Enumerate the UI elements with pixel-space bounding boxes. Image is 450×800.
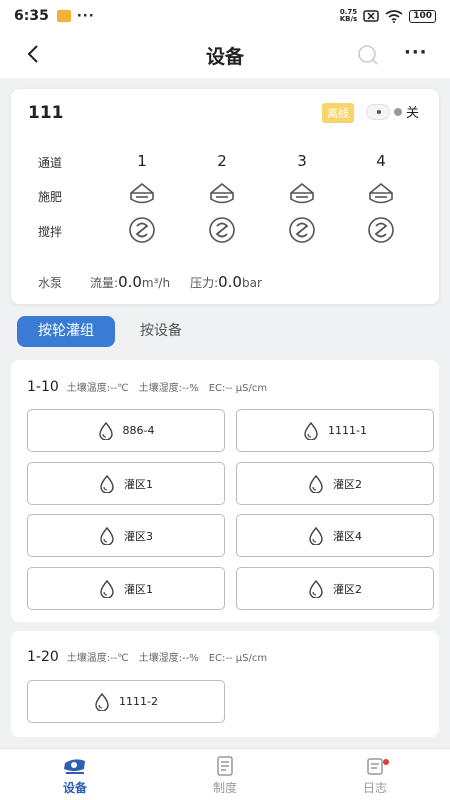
soil-temperature: 土壤温度:--℃ xyxy=(66,653,129,664)
notification-app-icon xyxy=(56,10,71,22)
channel-row-label: 通道 xyxy=(38,156,63,170)
tab-by-device[interactable]: 按设备 xyxy=(140,316,182,347)
zone-group-card: 1-20 土壤温度:--℃ 土壤湿度:--% EC:-- μS/cm 1111-… xyxy=(11,631,439,737)
flow-unit: m³/h xyxy=(141,276,171,290)
zone-group-name: 1-20 xyxy=(27,649,59,665)
flow-label: 流量: xyxy=(90,276,119,290)
sim-off-icon xyxy=(363,10,379,22)
water-drop-icon xyxy=(100,526,114,545)
fertilizer-icon[interactable] xyxy=(367,181,395,209)
flow-value: 0.0 xyxy=(118,273,142,291)
zone-button[interactable]: 灌区1 xyxy=(27,567,225,610)
tab-by-group[interactable]: 按轮灌组 xyxy=(17,316,115,347)
switch-status-dot xyxy=(394,108,402,116)
zone-button-label: 灌区1 xyxy=(124,477,153,491)
zone-button[interactable]: 灌区1 xyxy=(27,462,225,505)
fertilize-row-label: 施肥 xyxy=(38,190,63,204)
channel-number: 1 xyxy=(137,152,147,170)
status-badge: 离线 xyxy=(322,103,354,123)
device-name: 111 xyxy=(28,103,64,123)
water-drop-icon xyxy=(100,579,114,598)
stir-icon[interactable] xyxy=(128,216,156,244)
page-title: 设备 xyxy=(205,45,244,68)
battery-indicator: 100 xyxy=(409,9,436,23)
water-drop-icon xyxy=(100,474,114,493)
zone-group-header: 1-10 土壤温度:--℃ 土壤湿度:--% EC:-- μS/cm xyxy=(27,379,267,395)
water-drop-icon xyxy=(98,421,113,440)
pressure-value: 0.0 xyxy=(218,273,242,291)
stir-row-label: 搅拌 xyxy=(38,225,63,239)
channel-number: 4 xyxy=(376,152,386,170)
wifi-icon xyxy=(385,9,403,23)
net-speed-unit: KB/s xyxy=(339,15,358,23)
notification-dot xyxy=(383,759,389,765)
soil-temperature: 土壤温度:--℃ xyxy=(66,383,129,394)
nav-label: 日志 xyxy=(362,781,387,795)
top-navbar: 设备 ··· xyxy=(0,32,450,78)
more-dots-icon[interactable]: ··· xyxy=(404,42,428,63)
zone-button-label: 灌区4 xyxy=(333,529,362,543)
water-drop-icon xyxy=(309,474,323,493)
zone-button[interactable]: 灌区2 xyxy=(236,567,434,610)
stir-icon[interactable] xyxy=(288,216,316,244)
zone-button-label: 灌区2 xyxy=(333,477,362,491)
zone-button-label: 灌区2 xyxy=(333,582,362,596)
pressure-unit: bar xyxy=(241,276,262,290)
pressure-label: 压力: xyxy=(190,276,219,290)
status-right-group: 0.75 KB/s 100 xyxy=(340,9,436,23)
soil-humidity: 土壤湿度:--% xyxy=(138,653,199,664)
zone-button-label: 1111-1 xyxy=(328,424,367,437)
chevron-left-icon[interactable] xyxy=(22,42,46,66)
document-icon xyxy=(217,756,233,776)
water-drop-icon xyxy=(309,579,323,598)
status-bar: 6:35 ··· 0.75 KB/s 100 xyxy=(0,0,450,32)
channel-number: 2 xyxy=(217,152,227,170)
zone-button-label: 灌区1 xyxy=(124,582,153,596)
nav-label: 制度 xyxy=(212,781,237,795)
pump-row: 水泵 流量: 0.0 m³/h 压力: 0.0 bar xyxy=(38,273,262,291)
water-drop-icon xyxy=(309,526,323,545)
water-drop-icon xyxy=(95,692,109,711)
power-toggle[interactable] xyxy=(366,104,390,120)
status-time: 6:35 xyxy=(14,8,49,24)
zone-button-label: 灌区3 xyxy=(124,529,153,543)
fertilizer-icon[interactable] xyxy=(288,181,316,209)
fertilizer-icon[interactable] xyxy=(208,181,236,209)
net-speed: 0.75 KB/s xyxy=(340,9,357,23)
status-more-dots: ··· xyxy=(76,8,95,24)
switch-label: 关 xyxy=(406,106,420,121)
zone-button[interactable]: 1111-2 xyxy=(27,680,225,723)
channel-number: 3 xyxy=(297,152,307,170)
nav-item-schedule[interactable]: 制度 xyxy=(185,755,265,796)
stir-icon[interactable] xyxy=(208,216,236,244)
nav-label: 设备 xyxy=(62,781,87,795)
zone-button[interactable]: 886-4 xyxy=(27,409,225,452)
zone-button[interactable]: 灌区4 xyxy=(236,514,434,557)
zone-button-label: 886-4 xyxy=(122,424,155,437)
zone-group-card: 1-10 土壤温度:--℃ 土壤湿度:--% EC:-- μS/cm 886-4… xyxy=(11,360,439,622)
search-icon[interactable] xyxy=(356,43,380,67)
device-card: 111 离线 关 通道 施肥 搅拌 1 2 3 4 水泵 流量: 0.0 m³/… xyxy=(11,89,439,304)
ec-value: EC:-- μS/cm xyxy=(208,653,268,664)
zone-button[interactable]: 灌区2 xyxy=(236,462,434,505)
zone-group-name: 1-10 xyxy=(27,379,59,395)
zone-button[interactable]: 灌区3 xyxy=(27,514,225,557)
ec-value: EC:-- μS/cm xyxy=(208,383,268,394)
pump-label: 水泵 xyxy=(38,276,63,290)
nav-item-device[interactable]: 设备 xyxy=(35,755,115,796)
stir-icon[interactable] xyxy=(367,216,395,244)
fertilizer-icon[interactable] xyxy=(128,181,156,209)
bottom-navigation: 设备 制度 日志 xyxy=(0,748,450,800)
nav-item-log[interactable]: 日志 xyxy=(335,755,415,796)
zone-button-label: 1111-2 xyxy=(119,695,158,708)
zone-button[interactable]: 1111-1 xyxy=(236,409,434,452)
water-drop-icon xyxy=(304,421,318,440)
device-icon xyxy=(64,759,85,774)
zone-group-header: 1-20 土壤温度:--℃ 土壤湿度:--% EC:-- μS/cm xyxy=(27,649,267,665)
soil-humidity: 土壤湿度:--% xyxy=(138,383,199,394)
